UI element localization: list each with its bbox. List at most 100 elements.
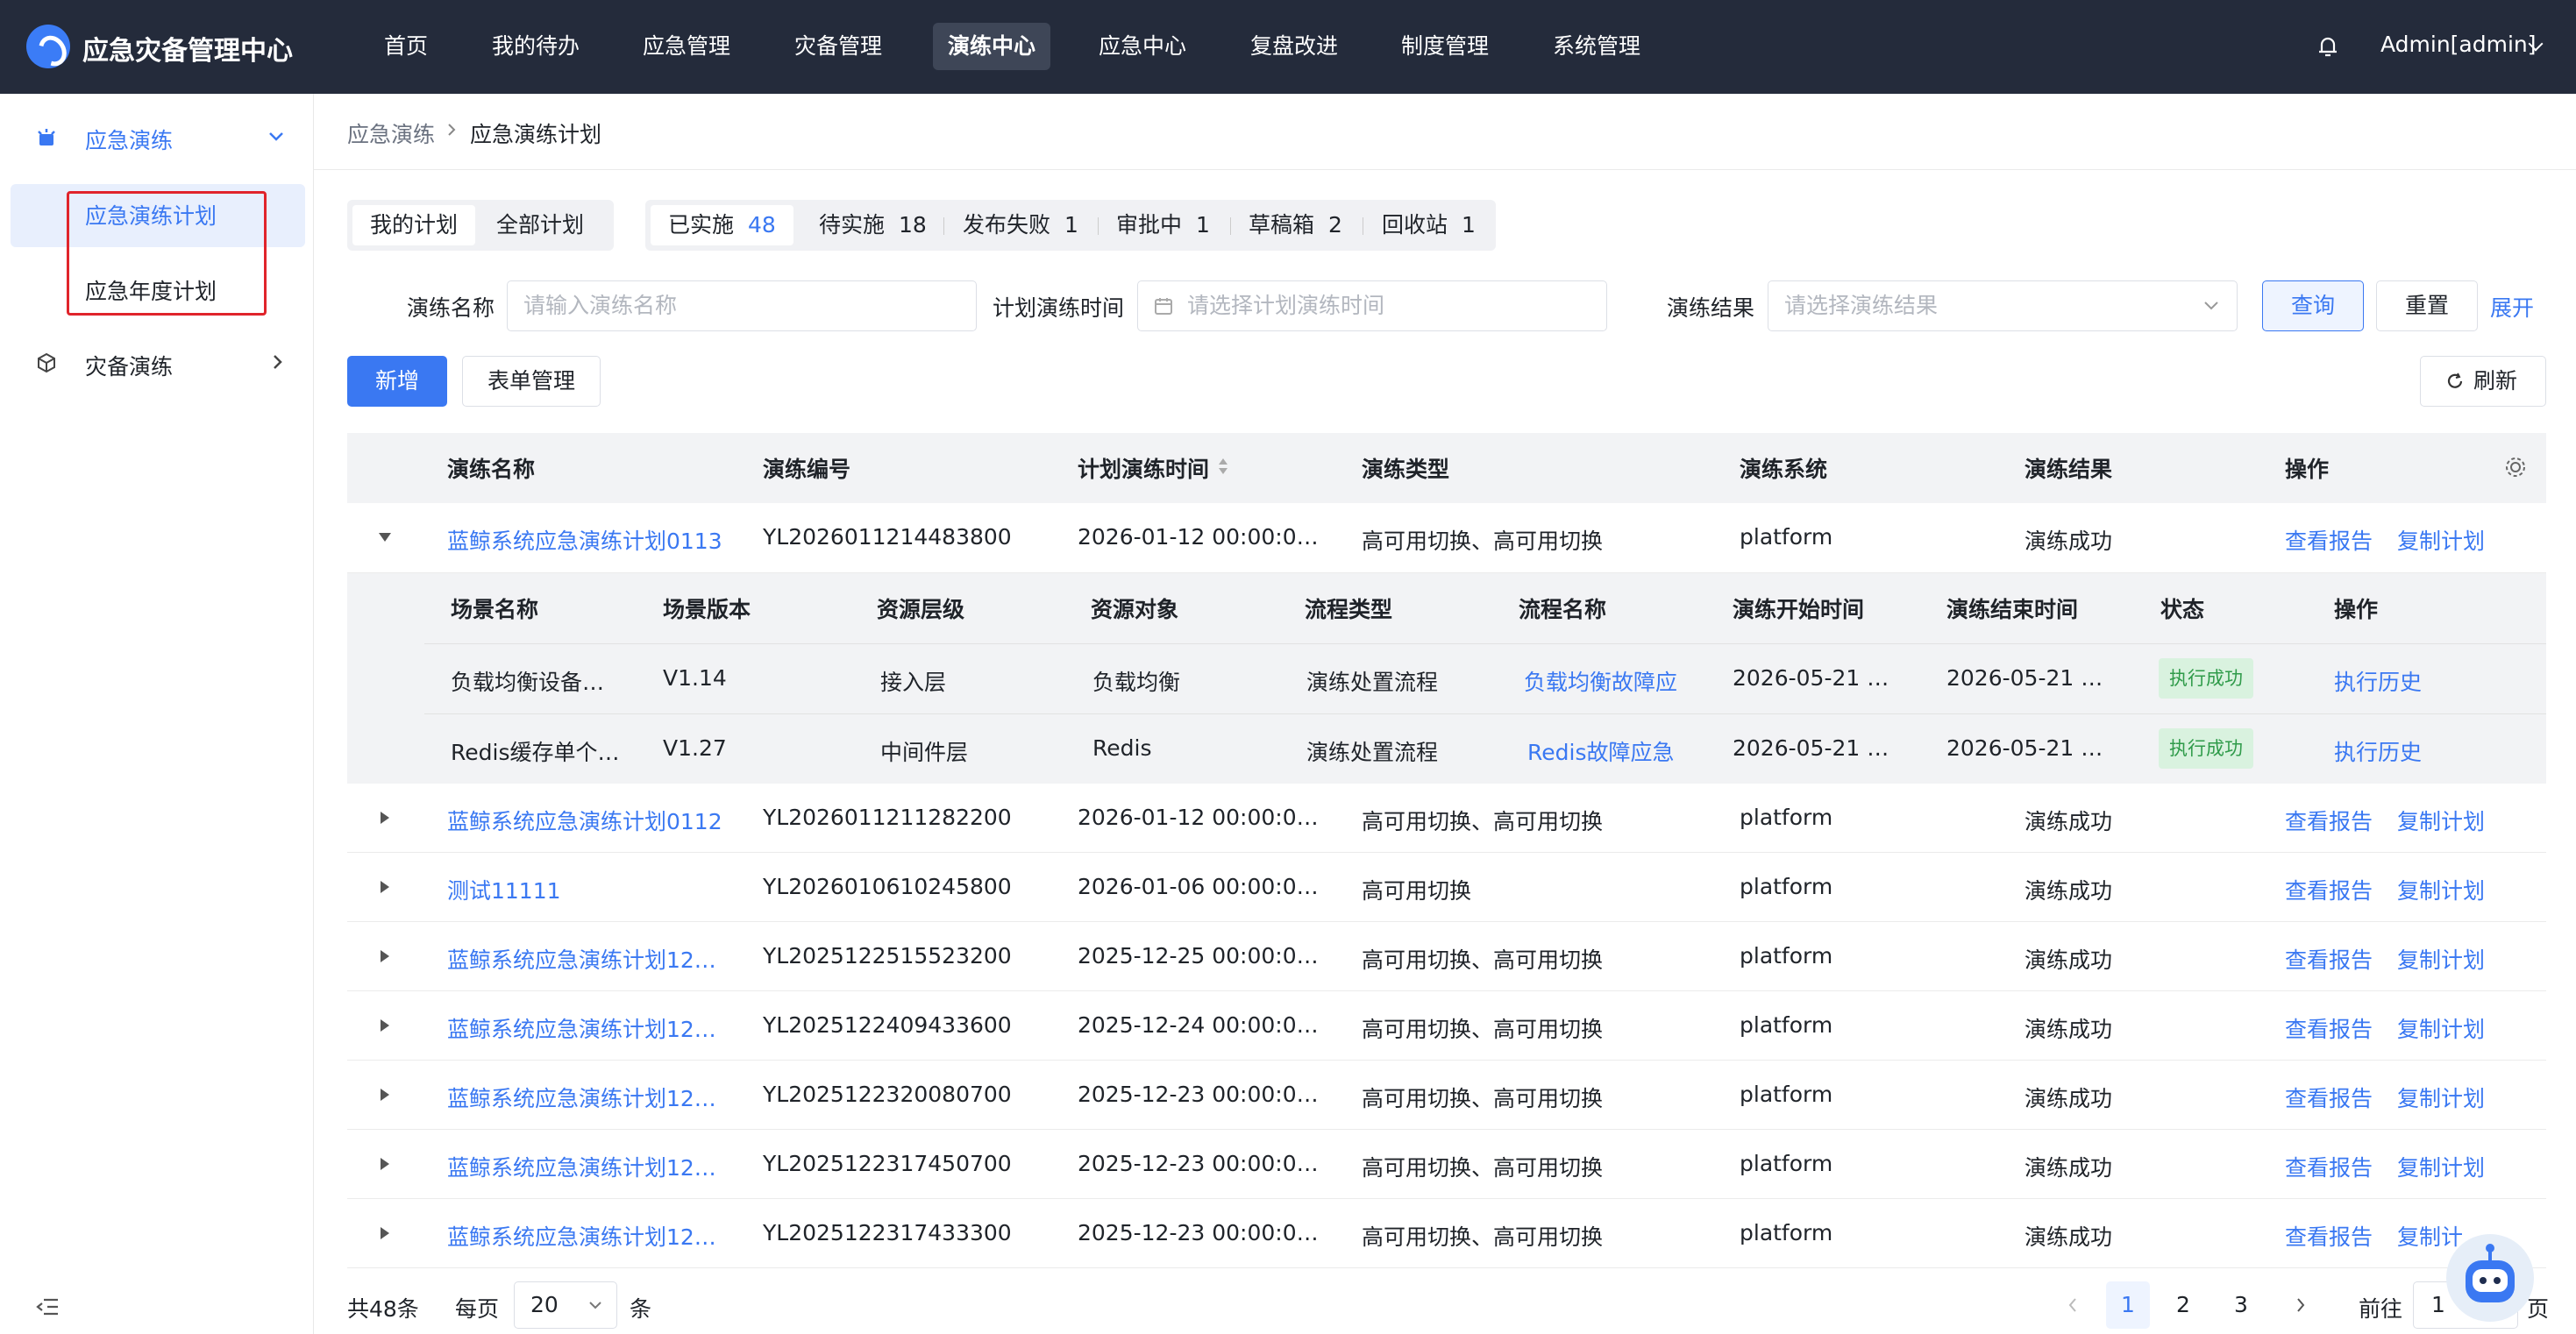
tab-implemented[interactable]: 已实施 48 <box>651 205 793 245</box>
plan-code: YL2025122320080700 <box>763 1082 1012 1107</box>
drill-system: platform <box>1740 524 1833 550</box>
alarm-icon <box>38 129 55 145</box>
view-report-link[interactable]: 查看报告 <box>2285 1220 2373 1252</box>
refresh-button[interactable]: 刷新 <box>2420 356 2546 407</box>
add-plan-button[interactable]: 新增 <box>347 356 447 407</box>
table-row[interactable]: 蓝鲸系统应急演练计划12… YL2025122515523200 2025-12… <box>347 922 2546 991</box>
drill-result-label: 演练结果 <box>1667 295 1755 321</box>
view-report-link[interactable]: 查看报告 <box>2285 874 2373 905</box>
view-report-link[interactable]: 查看报告 <box>2285 1151 2373 1182</box>
top-navigation-bar: 应急灾备管理中心 首页 我的待办 应急管理 灾备管理 演练中心 应急中心 复盘改… <box>0 0 2576 94</box>
view-report-link[interactable]: 查看报告 <box>2285 1012 2373 1044</box>
chevron-down-icon[interactable] <box>268 131 284 143</box>
table-row[interactable]: 蓝鲸系统应急演练计划0112 YL2026011211282200 2026-0… <box>347 784 2546 853</box>
page-3-button[interactable]: 3 <box>2234 1292 2248 1317</box>
copy-plan-link[interactable]: 复制计划 <box>2397 874 2485 905</box>
page-2-button[interactable]: 2 <box>2176 1292 2190 1317</box>
plan-code: YL2025122515523200 <box>763 943 1012 969</box>
nav-item-dr-management[interactable]: 灾备管理 <box>779 23 897 70</box>
copy-plan-link[interactable]: 复制计划 <box>2397 943 2485 975</box>
plan-name-link[interactable]: 蓝鲸系统应急演练计划12… <box>447 1151 716 1182</box>
form-management-button[interactable]: 表单管理 <box>462 356 601 407</box>
gear-icon[interactable] <box>2502 454 2529 480</box>
collapse-row-icon[interactable] <box>379 533 391 542</box>
expand-row-icon[interactable] <box>381 1227 389 1239</box>
user-menu[interactable]: Admin[admin] <box>2380 32 2537 57</box>
assistant-robot-icon[interactable] <box>2446 1234 2534 1322</box>
tab-approving[interactable]: 审批中 1 <box>1116 205 1210 245</box>
plan-name-link[interactable]: 蓝鲸系统应急演练计划0113 <box>447 524 722 556</box>
table-row[interactable]: 蓝鲸系统应急演练计划12… YL2025122409433600 2025-12… <box>347 991 2546 1061</box>
table-row[interactable]: 测试11111 YL2026010610245800 2026-01-06 00… <box>347 853 2546 922</box>
flow-name-link[interactable]: Redis故障应急 <box>1527 735 1674 767</box>
plan-code: YL2026011214483800 <box>763 524 1012 550</box>
tab-publish-failed[interactable]: 发布失败 1 <box>963 205 1078 245</box>
tab-recycle-bin[interactable]: 回收站 1 <box>1382 205 1476 245</box>
plan-code: YL2026011211282200 <box>763 805 1012 830</box>
query-button[interactable]: 查询 <box>2262 280 2364 331</box>
expand-row-icon[interactable] <box>381 1089 389 1101</box>
view-report-link[interactable]: 查看报告 <box>2285 805 2373 836</box>
plan-name-link[interactable]: 蓝鲸系统应急演练计划12… <box>447 1012 716 1044</box>
plan-name-link[interactable]: 测试11111 <box>447 874 561 905</box>
nav-item-emergency-center[interactable]: 应急中心 <box>1084 23 1201 70</box>
next-page-icon[interactable] <box>2295 1297 2306 1313</box>
table-row[interactable]: 蓝鲸系统应急演练计划12… YL2025122317450700 2025-12… <box>347 1130 2546 1199</box>
expand-row-icon[interactable] <box>381 812 389 824</box>
page-1-button[interactable]: 1 <box>2106 1281 2150 1329</box>
copy-plan-link[interactable]: 复制计划 <box>2397 805 2485 836</box>
column-header-name: 演练名称 <box>447 457 536 482</box>
table-row[interactable]: 蓝鲸系统应急演练计划0113 YL2026011214483800 2026-0… <box>347 503 2546 573</box>
plan-name-link[interactable]: 蓝鲸系统应急演练计划12… <box>447 1220 716 1252</box>
reset-button[interactable]: 重置 <box>2376 280 2478 331</box>
collapse-sidebar-icon[interactable] <box>35 1297 60 1316</box>
execution-history-link[interactable]: 执行历史 <box>2334 665 2422 697</box>
tab-my-plans[interactable]: 我的计划 <box>352 205 476 245</box>
drill-result: 演练成功 <box>2025 878 2113 904</box>
drill-name-input[interactable]: 请输入演练名称 <box>507 280 977 331</box>
plan-name-link[interactable]: 蓝鲸系统应急演练计划0112 <box>447 805 722 836</box>
chevron-right-icon[interactable] <box>272 354 284 370</box>
nav-item-drill-center[interactable]: 演练中心 <box>933 23 1051 70</box>
expand-row-icon[interactable] <box>381 1019 389 1032</box>
nav-item-home[interactable]: 首页 <box>369 23 443 70</box>
tab-drafts[interactable]: 草稿箱 2 <box>1249 205 1342 245</box>
drill-result-select[interactable]: 请选择演练结果 <box>1768 280 2238 331</box>
tab-all-plans[interactable]: 全部计划 <box>479 205 601 245</box>
view-report-link[interactable]: 查看报告 <box>2285 524 2373 556</box>
prev-page-icon[interactable] <box>2067 1297 2078 1313</box>
expand-row-icon[interactable] <box>381 950 389 962</box>
plan-name-link[interactable]: 蓝鲸系统应急演练计划12… <box>447 943 716 975</box>
expand-row-icon[interactable] <box>381 881 389 893</box>
nav-item-my-todo[interactable]: 我的待办 <box>477 23 594 70</box>
sidebar-group-dr-drill[interactable]: 灾备演练 <box>85 350 173 381</box>
table-row[interactable]: 蓝鲸系统应急演练计划12… YL2025122317433300 2025-12… <box>347 1199 2546 1268</box>
planned-time-picker[interactable]: 请选择计划演练时间 <box>1137 280 1607 331</box>
sidebar-group-emergency-drill[interactable]: 应急演练 <box>85 124 173 155</box>
nav-item-review-improve[interactable]: 复盘改进 <box>1235 23 1353 70</box>
chevron-down-icon <box>2204 302 2218 310</box>
view-report-link[interactable]: 查看报告 <box>2285 943 2373 975</box>
nav-item-system-management[interactable]: 系统管理 <box>1538 23 1655 70</box>
page-size-select[interactable]: 20 <box>514 1281 617 1329</box>
column-header-planned-time[interactable]: 计划演练时间 <box>1078 452 1209 484</box>
table-row[interactable]: 蓝鲸系统应急演练计划12… YL2025122320080700 2025-12… <box>347 1061 2546 1130</box>
resource-object: Redis <box>1092 735 1152 761</box>
copy-plan-link[interactable]: 复制计划 <box>2397 1151 2485 1182</box>
notification-bell-icon[interactable] <box>2315 33 2341 60</box>
expand-row-icon[interactable] <box>381 1158 389 1170</box>
tab-pending[interactable]: 待实施 18 <box>819 205 927 245</box>
view-report-link[interactable]: 查看报告 <box>2285 1082 2373 1113</box>
plan-name-link[interactable]: 蓝鲸系统应急演练计划12… <box>447 1082 716 1113</box>
copy-plan-link[interactable]: 复制计划 <box>2397 1082 2485 1113</box>
execution-history-link[interactable]: 执行历史 <box>2334 735 2422 767</box>
expand-filters-link[interactable]: 展开 <box>2490 291 2534 323</box>
sort-icon[interactable] <box>1217 456 1229 477</box>
copy-plan-link[interactable]: 复制计划 <box>2397 524 2485 556</box>
nav-item-policy-management[interactable]: 制度管理 <box>1386 23 1504 70</box>
flow-name-link[interactable]: 负载均衡故障应 <box>1524 665 1677 697</box>
breadcrumb-parent[interactable]: 应急演练 <box>347 117 435 149</box>
nav-item-emergency-management[interactable]: 应急管理 <box>628 23 745 70</box>
copy-plan-link[interactable]: 复制计划 <box>2397 1012 2485 1044</box>
planned-time: 2025-12-25 00:00:0… <box>1078 943 1319 969</box>
